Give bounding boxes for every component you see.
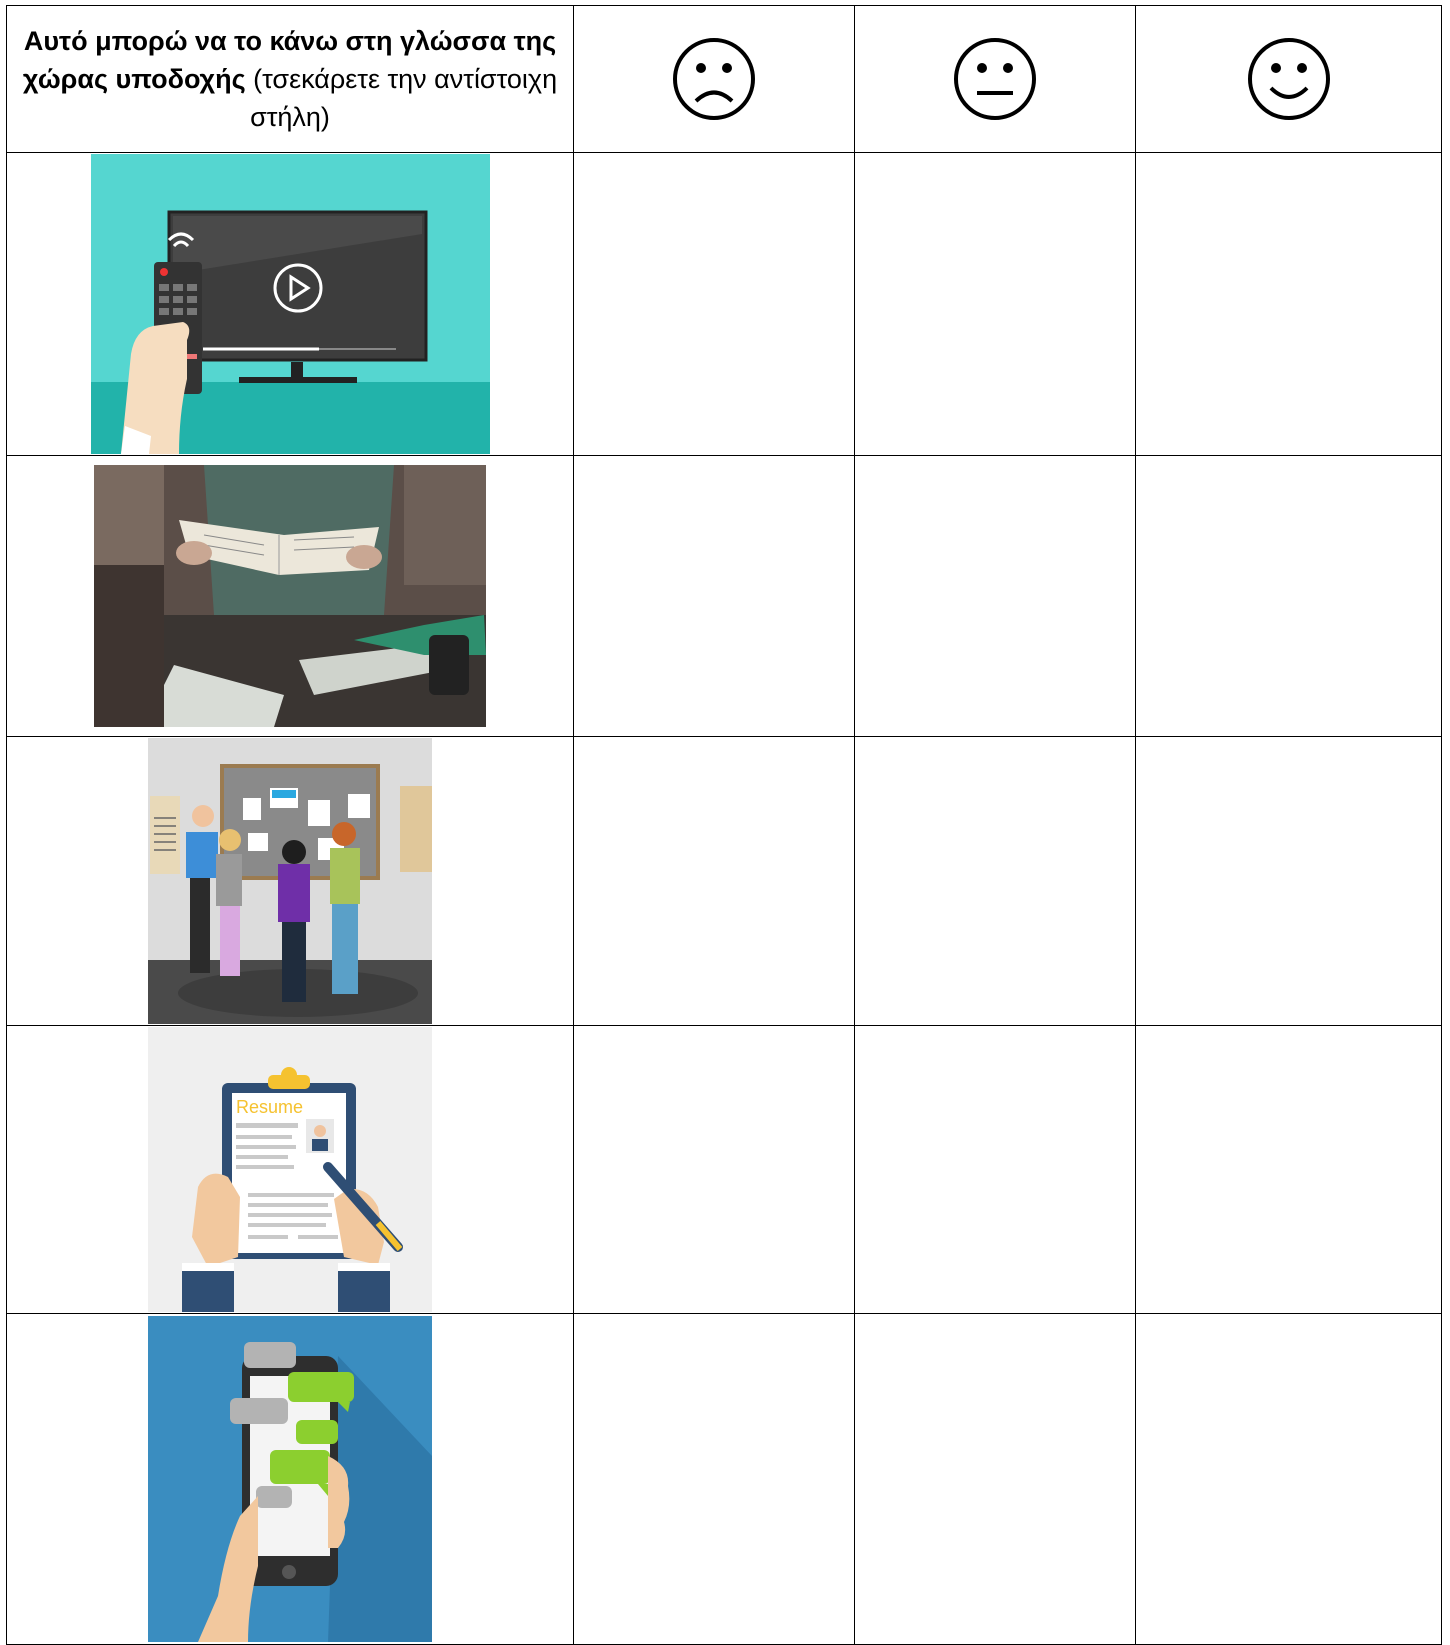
check-cell-neutral[interactable]: [854, 736, 1136, 1026]
notice-board-people-illustration: [148, 738, 432, 1024]
header-instruction: Αυτό μπορώ να το κάνω στη γλώσσα της χώρ…: [7, 22, 573, 136]
table-row: [6, 736, 1442, 1026]
resume-clipboard-illustration: Resume: [148, 1027, 432, 1312]
check-cell-neutral[interactable]: [854, 1025, 1136, 1314]
check-cell-sad[interactable]: [573, 1025, 855, 1314]
check-cell-happy[interactable]: [1135, 1313, 1442, 1645]
header-neutral-cell: [854, 5, 1136, 153]
header-row: Αυτό μπορώ να το κάνω στη γλώσσα της χώρ…: [6, 5, 1442, 153]
table-row: [6, 455, 1442, 737]
check-cell-neutral[interactable]: [854, 152, 1136, 456]
check-cell-happy[interactable]: [1135, 736, 1442, 1026]
image-cell: [6, 736, 574, 1026]
image-cell: [6, 455, 574, 737]
reading-assembly-instructions-photo: [94, 465, 486, 727]
header-happy-cell: [1135, 5, 1442, 153]
table-row: [6, 1313, 1442, 1645]
header-instruction-cell: Αυτό μπορώ να το κάνω στη γλώσσα της χώρ…: [6, 5, 574, 153]
check-cell-sad[interactable]: [573, 736, 855, 1026]
check-cell-happy[interactable]: [1135, 152, 1442, 456]
header-sad-cell: [573, 5, 855, 153]
check-cell-sad[interactable]: [573, 455, 855, 737]
check-cell-sad[interactable]: [573, 152, 855, 456]
svg-text:Resume: Resume: [236, 1097, 303, 1117]
check-cell-happy[interactable]: [1135, 455, 1442, 737]
header-normal-text: (τσεκάρετε την αντίστοιχη στήλη): [245, 64, 558, 132]
table-row: Resume: [6, 1025, 1442, 1314]
check-cell-sad[interactable]: [573, 1313, 855, 1645]
neutral-face-icon: [954, 38, 1036, 120]
check-cell-happy[interactable]: [1135, 1025, 1442, 1314]
table-row: [6, 152, 1442, 456]
image-cell: [6, 152, 574, 456]
image-cell: [6, 1313, 574, 1645]
self-assessment-table: Αυτό μπορώ να το κάνω στη γλώσσα της χώρ…: [6, 5, 1442, 1645]
tv-remote-illustration: [90, 154, 490, 454]
happy-face-icon: [1247, 38, 1330, 120]
smartphone-chat-illustration: [148, 1316, 432, 1642]
sad-face-icon: [673, 38, 755, 120]
check-cell-neutral[interactable]: [854, 455, 1136, 737]
image-cell: Resume: [6, 1025, 574, 1314]
check-cell-neutral[interactable]: [854, 1313, 1136, 1645]
